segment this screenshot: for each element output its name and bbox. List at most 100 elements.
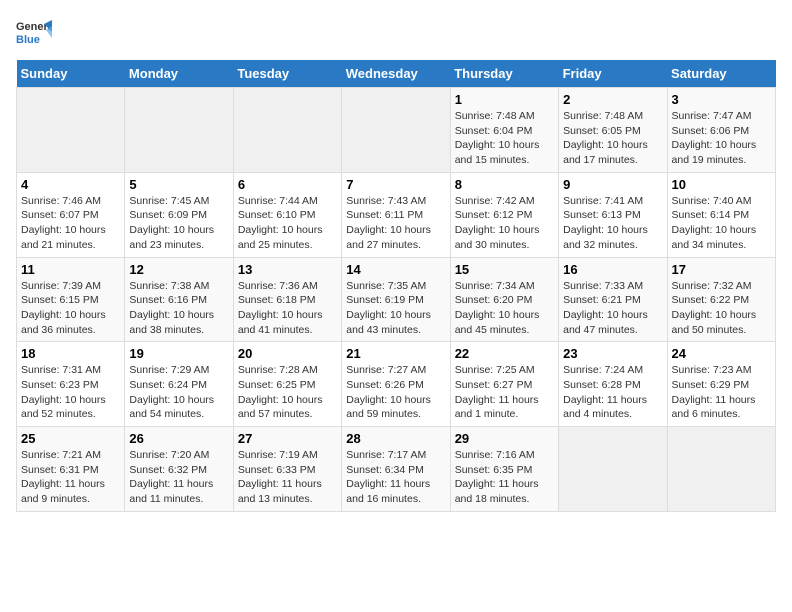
day-number: 14 (346, 262, 445, 277)
calendar-cell: 14 Sunrise: 7:35 AMSunset: 6:19 PMDayligh… (342, 257, 450, 342)
page-header: General Blue (16, 16, 776, 52)
calendar-cell: 5Sunrise: 7:45 AMSunset: 6:09 PMDaylight… (125, 172, 233, 257)
calendar-cell: 23 Sunrise: 7:24 AMSunset: 6:28 PMDayligh… (559, 342, 667, 427)
calendar-cell: 27 Sunrise: 7:19 AMSunset: 6:33 PMDayligh… (233, 427, 341, 512)
day-header-tuesday: Tuesday (233, 60, 341, 88)
calendar-cell: 26 Sunrise: 7:20 AMSunset: 6:32 PMDayligh… (125, 427, 233, 512)
day-number: 18 (21, 346, 120, 361)
calendar-cell: 24 Sunrise: 7:23 AMSunset: 6:29 PMDayligh… (667, 342, 775, 427)
day-info: Sunrise: 7:29 AMSunset: 6:24 PMDaylight:… (129, 363, 228, 422)
calendar-week-row: 25 Sunrise: 7:21 AMSunset: 6:31 PMDayligh… (17, 427, 776, 512)
day-info: Sunrise: 7:20 AMSunset: 6:32 PMDaylight:… (129, 448, 228, 507)
day-info: Sunrise: 7:31 AMSunset: 6:23 PMDaylight:… (21, 363, 120, 422)
day-number: 3 (672, 92, 771, 107)
day-number: 25 (21, 431, 120, 446)
day-number: 17 (672, 262, 771, 277)
calendar-cell (559, 427, 667, 512)
calendar-cell: 9 Sunrise: 7:41 AMSunset: 6:13 PMDaylight… (559, 172, 667, 257)
day-number: 19 (129, 346, 228, 361)
calendar-cell: 25 Sunrise: 7:21 AMSunset: 6:31 PMDayligh… (17, 427, 125, 512)
day-info: Sunrise: 7:48 AMSunset: 6:05 PMDaylight:… (563, 109, 662, 168)
day-header-saturday: Saturday (667, 60, 775, 88)
day-number: 4 (21, 177, 120, 192)
calendar-cell (125, 88, 233, 173)
calendar-cell: 21 Sunrise: 7:27 AMSunset: 6:26 PMDayligh… (342, 342, 450, 427)
calendar-week-row: 1 Sunrise: 7:48 AMSunset: 6:04 PMDaylight… (17, 88, 776, 173)
calendar-week-row: 11 Sunrise: 7:39 AMSunset: 6:15 PMDayligh… (17, 257, 776, 342)
day-number: 8 (455, 177, 554, 192)
calendar-cell: 17 Sunrise: 7:32 AMSunset: 6:22 PMDayligh… (667, 257, 775, 342)
day-info: Sunrise: 7:47 AMSunset: 6:06 PMDaylight:… (672, 109, 771, 168)
day-header-thursday: Thursday (450, 60, 558, 88)
day-number: 13 (238, 262, 337, 277)
calendar-cell: 20 Sunrise: 7:28 AMSunset: 6:25 PMDayligh… (233, 342, 341, 427)
calendar-cell: 16Sunrise: 7:33 AMSunset: 6:21 PMDayligh… (559, 257, 667, 342)
day-header-monday: Monday (125, 60, 233, 88)
day-number: 21 (346, 346, 445, 361)
calendar-cell: 15Sunrise: 7:34 AMSunset: 6:20 PMDayligh… (450, 257, 558, 342)
day-info: Sunrise: 7:45 AMSunset: 6:09 PMDaylight:… (129, 194, 228, 253)
day-number: 9 (563, 177, 662, 192)
day-number: 23 (563, 346, 662, 361)
calendar-cell: 29Sunrise: 7:16 AMSunset: 6:35 PMDayligh… (450, 427, 558, 512)
day-info: Sunrise: 7:23 AMSunset: 6:29 PMDaylight:… (672, 363, 771, 422)
day-number: 22 (455, 346, 554, 361)
calendar-cell: 7 Sunrise: 7:43 AMSunset: 6:11 PMDaylight… (342, 172, 450, 257)
day-info: Sunrise: 7:19 AMSunset: 6:33 PMDaylight:… (238, 448, 337, 507)
calendar-cell (233, 88, 341, 173)
calendar-cell (342, 88, 450, 173)
day-info: Sunrise: 7:28 AMSunset: 6:25 PMDaylight:… (238, 363, 337, 422)
calendar-cell: 28 Sunrise: 7:17 AMSunset: 6:34 PMDayligh… (342, 427, 450, 512)
calendar-cell: 2Sunrise: 7:48 AMSunset: 6:05 PMDaylight… (559, 88, 667, 173)
day-info: Sunrise: 7:17 AMSunset: 6:34 PMDaylight:… (346, 448, 445, 507)
calendar-cell: 10 Sunrise: 7:40 AMSunset: 6:14 PMDayligh… (667, 172, 775, 257)
calendar-cell: 22 Sunrise: 7:25 AMSunset: 6:27 PMDayligh… (450, 342, 558, 427)
day-header-wednesday: Wednesday (342, 60, 450, 88)
calendar-cell (17, 88, 125, 173)
day-number: 1 (455, 92, 554, 107)
day-info: Sunrise: 7:35 AMSunset: 6:19 PMDaylight:… (346, 279, 445, 338)
day-header-sunday: Sunday (17, 60, 125, 88)
calendar-table: SundayMondayTuesdayWednesdayThursdayFrid… (16, 60, 776, 512)
day-info: Sunrise: 7:38 AMSunset: 6:16 PMDaylight:… (129, 279, 228, 338)
calendar-week-row: 18 Sunrise: 7:31 AMSunset: 6:23 PMDayligh… (17, 342, 776, 427)
day-info: Sunrise: 7:42 AMSunset: 6:12 PMDaylight:… (455, 194, 554, 253)
logo-icon: General Blue (16, 16, 52, 52)
day-info: Sunrise: 7:34 AMSunset: 6:20 PMDaylight:… (455, 279, 554, 338)
day-info: Sunrise: 7:48 AMSunset: 6:04 PMDaylight:… (455, 109, 554, 168)
calendar-cell: 13Sunrise: 7:36 AMSunset: 6:18 PMDayligh… (233, 257, 341, 342)
calendar-cell: 8 Sunrise: 7:42 AMSunset: 6:12 PMDaylight… (450, 172, 558, 257)
day-number: 28 (346, 431, 445, 446)
day-info: Sunrise: 7:43 AMSunset: 6:11 PMDaylight:… (346, 194, 445, 253)
day-info: Sunrise: 7:44 AMSunset: 6:10 PMDaylight:… (238, 194, 337, 253)
day-number: 20 (238, 346, 337, 361)
day-info: Sunrise: 7:24 AMSunset: 6:28 PMDaylight:… (563, 363, 662, 422)
day-number: 12 (129, 262, 228, 277)
day-number: 16 (563, 262, 662, 277)
calendar-cell: 18 Sunrise: 7:31 AMSunset: 6:23 PMDayligh… (17, 342, 125, 427)
day-info: Sunrise: 7:41 AMSunset: 6:13 PMDaylight:… (563, 194, 662, 253)
day-number: 29 (455, 431, 554, 446)
calendar-cell (667, 427, 775, 512)
day-number: 11 (21, 262, 120, 277)
calendar-week-row: 4 Sunrise: 7:46 AMSunset: 6:07 PMDaylight… (17, 172, 776, 257)
calendar-header-row: SundayMondayTuesdayWednesdayThursdayFrid… (17, 60, 776, 88)
calendar-cell: 11 Sunrise: 7:39 AMSunset: 6:15 PMDayligh… (17, 257, 125, 342)
day-info: Sunrise: 7:21 AMSunset: 6:31 PMDaylight:… (21, 448, 120, 507)
calendar-cell: 3 Sunrise: 7:47 AMSunset: 6:06 PMDaylight… (667, 88, 775, 173)
day-number: 26 (129, 431, 228, 446)
day-number: 27 (238, 431, 337, 446)
day-info: Sunrise: 7:40 AMSunset: 6:14 PMDaylight:… (672, 194, 771, 253)
day-number: 10 (672, 177, 771, 192)
day-number: 6 (238, 177, 337, 192)
day-number: 7 (346, 177, 445, 192)
day-info: Sunrise: 7:39 AMSunset: 6:15 PMDaylight:… (21, 279, 120, 338)
calendar-cell: 6 Sunrise: 7:44 AMSunset: 6:10 PMDaylight… (233, 172, 341, 257)
day-info: Sunrise: 7:32 AMSunset: 6:22 PMDaylight:… (672, 279, 771, 338)
day-number: 24 (672, 346, 771, 361)
svg-text:Blue: Blue (16, 34, 40, 46)
day-info: Sunrise: 7:25 AMSunset: 6:27 PMDaylight:… (455, 363, 554, 422)
calendar-cell: 1 Sunrise: 7:48 AMSunset: 6:04 PMDaylight… (450, 88, 558, 173)
day-info: Sunrise: 7:27 AMSunset: 6:26 PMDaylight:… (346, 363, 445, 422)
day-info: Sunrise: 7:46 AMSunset: 6:07 PMDaylight:… (21, 194, 120, 253)
